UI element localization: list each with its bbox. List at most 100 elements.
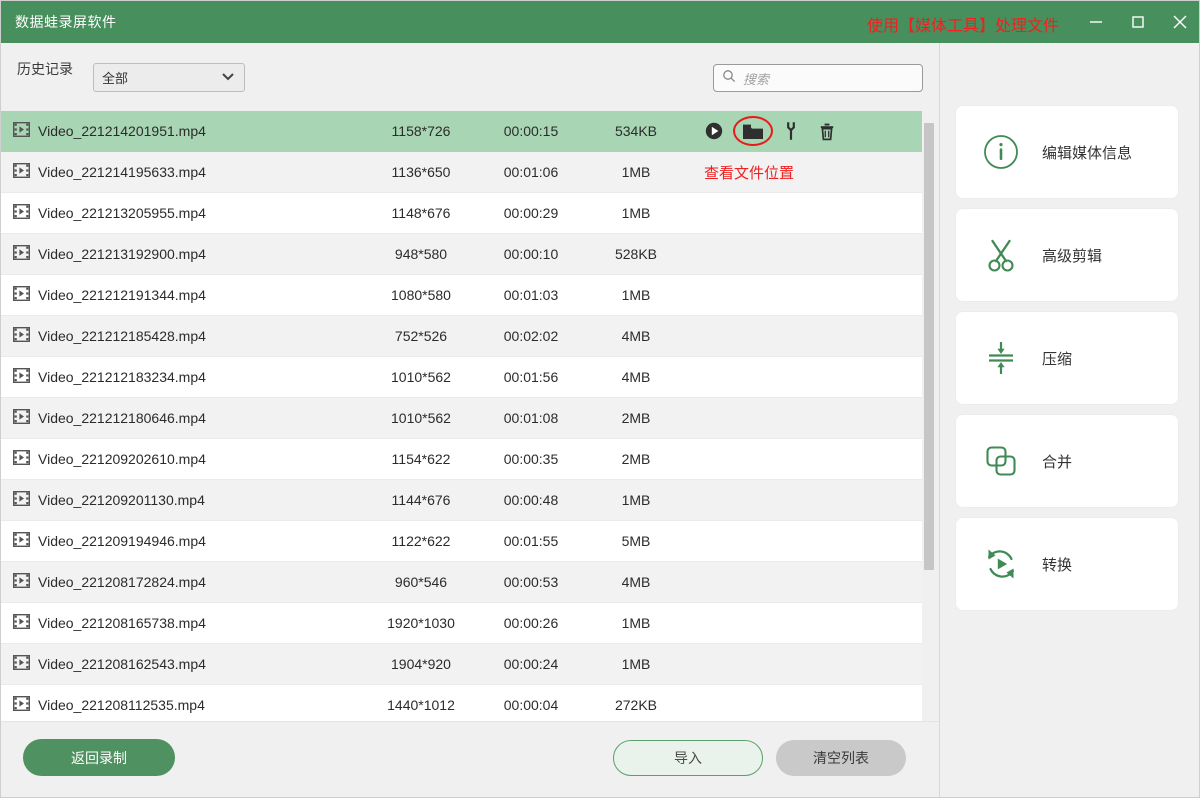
table-row[interactable]: Video_221213192900.mp4 948*580 00:00:10 528… (1, 234, 922, 275)
folder-action-button[interactable] (733, 116, 773, 146)
annotation-ellipse-folder-action (733, 116, 773, 146)
file-name-cell: Video_221212180646.mp4 (1, 408, 366, 427)
info-circle-icon (980, 131, 1022, 173)
file-duration-cell: 00:01:06 (503, 164, 559, 180)
file-name-label: Video_221209201130.mp4 (38, 492, 205, 508)
merge-squares-icon (980, 440, 1022, 482)
maximize-icon (1129, 13, 1147, 31)
file-resolution-cell: 1920*1030 (387, 615, 455, 631)
file-duration-cell: 00:00:35 (503, 451, 559, 467)
file-name-cell: Video_221209201130.mp4 (1, 490, 366, 509)
file-name-cell: Video_221213192900.mp4 (1, 244, 366, 263)
table-row[interactable]: Video_221214201951.mp4 1158*726 00:00:15 53… (1, 111, 922, 152)
table-row[interactable]: Video_221208172824.mp4 960*546 00:00:53 4MB (1, 562, 922, 603)
trash-action-button[interactable] (818, 121, 836, 141)
app-title: 数据蛙录屏软件 (15, 14, 117, 30)
file-name-label: Video_221213205955.mp4 (38, 205, 206, 221)
back-to-record-button[interactable]: 返回录制 (23, 739, 175, 776)
media-tools-sidebar: 媒体工具 编辑媒体信息高级剪辑压缩合并转换 (940, 43, 1199, 797)
table-row[interactable]: Video_221214195633.mp4 1136*650 00:01:06 1M… (1, 152, 922, 193)
table-row[interactable]: Video_221209194946.mp4 1122*622 00:01:55 5M… (1, 521, 922, 562)
file-name-cell: Video_221212183234.mp4 (1, 367, 366, 386)
table-row[interactable]: Video_221208112535.mp4 1440*1012 00:00:04 2… (1, 685, 922, 721)
table-row[interactable]: Video_221209202610.mp4 1154*622 00:00:35 2M… (1, 439, 922, 480)
file-name-label: Video_221214201951.mp4 (38, 123, 206, 139)
film-icon (12, 203, 31, 222)
file-duration-cell: 00:01:08 (503, 410, 559, 426)
trash-icon (818, 121, 836, 141)
film-icon (12, 654, 31, 673)
film-icon (12, 162, 31, 181)
file-name-cell: Video_221208165738.mp4 (1, 613, 366, 632)
media-tool-card-3[interactable]: 压缩 (956, 312, 1178, 404)
annotation-use-media-tools: 使用【媒体工具】处理文件 (866, 16, 1059, 35)
file-duration-cell: 00:00:29 (503, 205, 559, 221)
minimize-button[interactable] (1075, 1, 1117, 43)
chevron-down-icon (220, 68, 236, 87)
row-actions-cell: 查看文件位置 (686, 162, 922, 183)
scissors-icon (980, 234, 1022, 276)
file-size-cell: 528KB (614, 246, 658, 262)
maximize-button[interactable] (1117, 1, 1159, 43)
file-name-label: Video_221209194946.mp4 (38, 533, 206, 549)
table-row[interactable]: Video_221212185428.mp4 752*526 00:02:02 4MB (1, 316, 922, 357)
table-row[interactable]: Video_221212180646.mp4 1010*562 00:01:08 2M… (1, 398, 922, 439)
media-tool-card-4[interactable]: 合并 (956, 415, 1178, 507)
table-row[interactable]: Video_221209201130.mp4 1144*676 00:00:48 1M… (1, 480, 922, 521)
clear-list-button[interactable]: 清空列表 (776, 740, 906, 776)
history-filter-select[interactable]: 全部 (93, 63, 245, 92)
film-icon (12, 326, 31, 345)
app-window: 数据蛙录屏软件 使用【媒体工具】处理文件 历史记录 全部 搜索 Video_22… (0, 0, 1200, 798)
file-duration-cell: 00:01:56 (503, 369, 559, 385)
file-size-cell: 5MB (621, 533, 651, 549)
table-row[interactable]: Video_221208165738.mp4 1920*1030 00:00:26 1… (1, 603, 922, 644)
file-size-cell: 1MB (621, 287, 651, 303)
file-resolution-cell: 1440*1012 (387, 697, 455, 713)
close-button[interactable] (1159, 1, 1199, 43)
file-size-cell: 272KB (614, 697, 658, 713)
film-icon (12, 121, 31, 140)
import-button[interactable]: 导入 (613, 740, 763, 776)
film-icon (12, 613, 31, 632)
table-row[interactable]: Video_221208162543.mp4 1904*920 00:00:24 1M… (1, 644, 922, 685)
list-scrollbar-thumb[interactable] (924, 123, 934, 570)
table-row[interactable]: Video_221213205955.mp4 1148*676 00:00:29 1M… (1, 193, 922, 234)
file-duration-cell: 00:00:53 (503, 574, 559, 590)
file-name-label: Video_221212183234.mp4 (38, 369, 206, 385)
play-action-button[interactable] (704, 121, 724, 141)
file-name-cell: Video_221213205955.mp4 (1, 203, 366, 222)
file-list[interactable]: Video_221214201951.mp4 1158*726 00:00:15 53… (1, 111, 922, 721)
table-row[interactable]: Video_221212191344.mp4 1080*580 00:01:03 1M… (1, 275, 922, 316)
file-name-cell: Video_221208172824.mp4 (1, 572, 366, 591)
file-duration-cell: 00:00:04 (503, 697, 559, 713)
file-resolution-cell: 752*526 (394, 328, 448, 344)
media-tool-card-2[interactable]: 高级剪辑 (956, 209, 1178, 301)
file-name-label: Video_221208162543.mp4 (38, 656, 206, 672)
wrench-action-button[interactable] (782, 121, 800, 141)
file-duration-cell: 00:01:55 (503, 533, 559, 549)
file-duration-cell: 00:00:26 (503, 615, 559, 631)
file-resolution-cell: 1122*622 (391, 533, 451, 549)
file-name-cell: Video_221214201951.mp4 (1, 121, 366, 140)
file-name-label: Video_221208172824.mp4 (38, 574, 206, 590)
search-icon (722, 69, 736, 88)
file-name-label: Video_221214195633.mp4 (38, 164, 206, 180)
file-duration-cell: 00:00:24 (503, 656, 559, 672)
file-resolution-cell: 1154*622 (391, 451, 451, 467)
minimize-icon (1087, 13, 1105, 31)
film-icon (12, 490, 31, 509)
film-icon (12, 449, 31, 468)
history-filter-value: 全部 (102, 71, 129, 86)
media-tool-card-1[interactable]: 编辑媒体信息 (956, 106, 1178, 198)
media-tool-card-5[interactable]: 转换 (956, 518, 1178, 610)
file-size-cell: 1MB (621, 656, 651, 672)
table-row[interactable]: Video_221212183234.mp4 1010*562 00:01:56 4M… (1, 357, 922, 398)
file-size-cell: 1MB (621, 164, 651, 180)
file-size-cell: 534KB (614, 123, 658, 139)
file-size-cell: 2MB (621, 451, 651, 467)
file-resolution-cell: 1010*562 (391, 369, 451, 385)
file-size-cell: 4MB (621, 369, 651, 385)
file-resolution-cell: 1144*676 (391, 492, 451, 508)
file-name-label: Video_221212185428.mp4 (38, 328, 206, 344)
search-box[interactable]: 搜索 (713, 64, 923, 92)
